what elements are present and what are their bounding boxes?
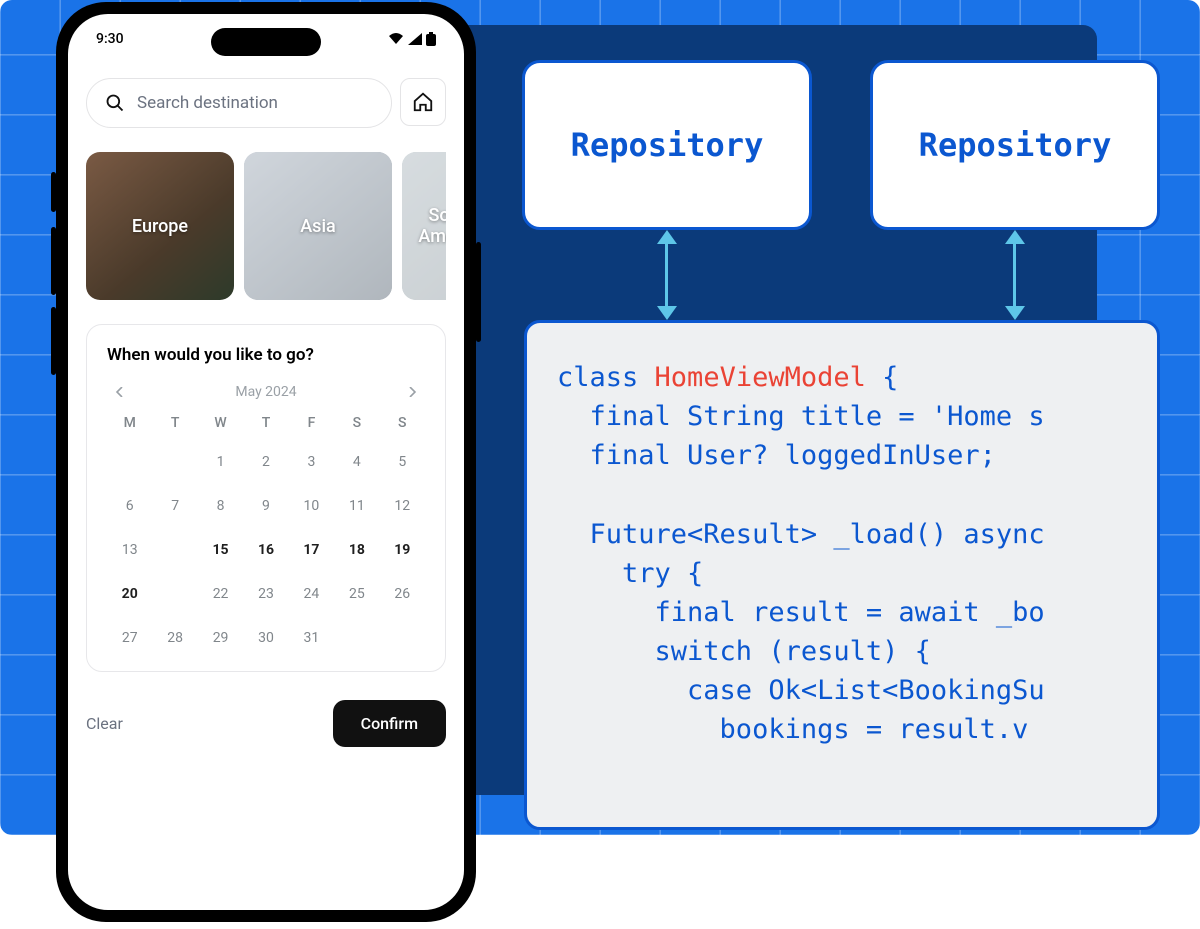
calendar-title: When would you like to go? [107,345,425,365]
repository-label: Repository [919,126,1112,164]
cellular-icon [408,33,422,45]
destination-card-asia[interactable]: Asia [244,152,392,300]
calendar-day[interactable]: 10 [289,493,334,519]
destination-card-europe[interactable]: Europe [86,152,234,300]
phone-volume-up [51,227,56,295]
destination-label: Asia [300,216,336,237]
calendar-card: When would you like to go? May 2024 MTWT… [86,324,446,672]
calendar-day[interactable]: 3 [289,449,334,475]
phone-screen: 9:30 Search destination [68,14,464,910]
calendar-dow: T [152,415,197,431]
code-viewmodel-panel: class HomeViewModel { final String title… [524,320,1160,830]
calendar-dow: F [289,415,334,431]
status-icons [388,32,436,46]
calendar-day[interactable]: 18 [334,537,379,563]
repository-box-1: Repository [522,60,812,230]
wifi-icon [388,33,404,45]
search-input[interactable]: Search destination [86,78,392,128]
calendar-day[interactable]: 24 [289,581,334,607]
calendar-day[interactable]: 31 [289,625,334,651]
calendar-day[interactable]: 26 [380,581,425,607]
calendar-day [380,625,425,651]
calendar-day[interactable]: 23 [243,581,288,607]
calendar-dow: S [334,415,379,431]
calendar-day[interactable]: 20 [107,581,152,607]
calendar-day[interactable]: 17 [289,537,334,563]
search-placeholder: Search destination [137,93,278,113]
calendar-day [152,449,197,475]
repository-label: Repository [571,126,764,164]
destination-label: South America [402,205,446,247]
calendar-day[interactable]: 12 [380,493,425,519]
search-icon [105,93,125,113]
repository-box-2: Repository [870,60,1160,230]
home-button[interactable] [400,78,446,126]
destination-card-south-america[interactable]: South America [402,152,446,300]
calendar-month: May 2024 [235,384,296,400]
calendar-day[interactable]: 27 [107,625,152,651]
destination-cards: Europe Asia South America [86,152,446,300]
calendar-day[interactable]: 22 [198,581,243,607]
calendar-day[interactable]: 16 [243,537,288,563]
phone-frame: 9:30 Search destination [56,2,476,922]
calendar-dow: W [198,415,243,431]
calendar-next-button[interactable] [399,383,425,401]
calendar-day[interactable]: 9 [243,493,288,519]
calendar-grid-wrap: MTWTFSS123456789101112131415161718192021… [107,415,425,651]
calendar-dow: S [380,415,425,431]
calendar-dow: M [107,415,152,431]
calendar-day[interactable]: 29 [198,625,243,651]
confirm-button[interactable]: Confirm [333,700,446,747]
calendar-day[interactable]: 6 [107,493,152,519]
calendar-day[interactable]: 15 [198,537,243,563]
bidirectional-arrow-icon [1013,240,1016,310]
home-icon [412,91,434,113]
calendar-day [107,449,152,475]
phone-notch [211,28,321,56]
battery-icon [426,32,436,46]
calendar-day[interactable]: 19 [380,537,425,563]
calendar-day [334,625,379,651]
phone-volume-down [51,307,56,375]
calendar-dow: T [243,415,288,431]
calendar-day[interactable]: 11 [334,493,379,519]
calendar-day[interactable]: 4 [334,449,379,475]
status-time: 9:30 [96,31,124,47]
calendar-day[interactable]: 25 [334,581,379,607]
calendar-day[interactable]: 5 [380,449,425,475]
calendar-day[interactable]: 13 [107,537,152,563]
bidirectional-arrow-icon [665,240,668,310]
phone-side-button [51,172,56,212]
destination-label: Europe [132,216,188,237]
calendar-day[interactable]: 30 [243,625,288,651]
calendar-day[interactable]: 14 [152,537,197,563]
calendar-day[interactable]: 21 [152,581,197,607]
clear-button[interactable]: Clear [86,714,123,733]
calendar-day[interactable]: 8 [198,493,243,519]
calendar-prev-button[interactable] [107,383,133,401]
calendar-day[interactable]: 1 [198,449,243,475]
calendar-day[interactable]: 28 [152,625,197,651]
phone-power-button [476,242,481,342]
calendar-day[interactable]: 7 [152,493,197,519]
calendar-day[interactable]: 2 [243,449,288,475]
